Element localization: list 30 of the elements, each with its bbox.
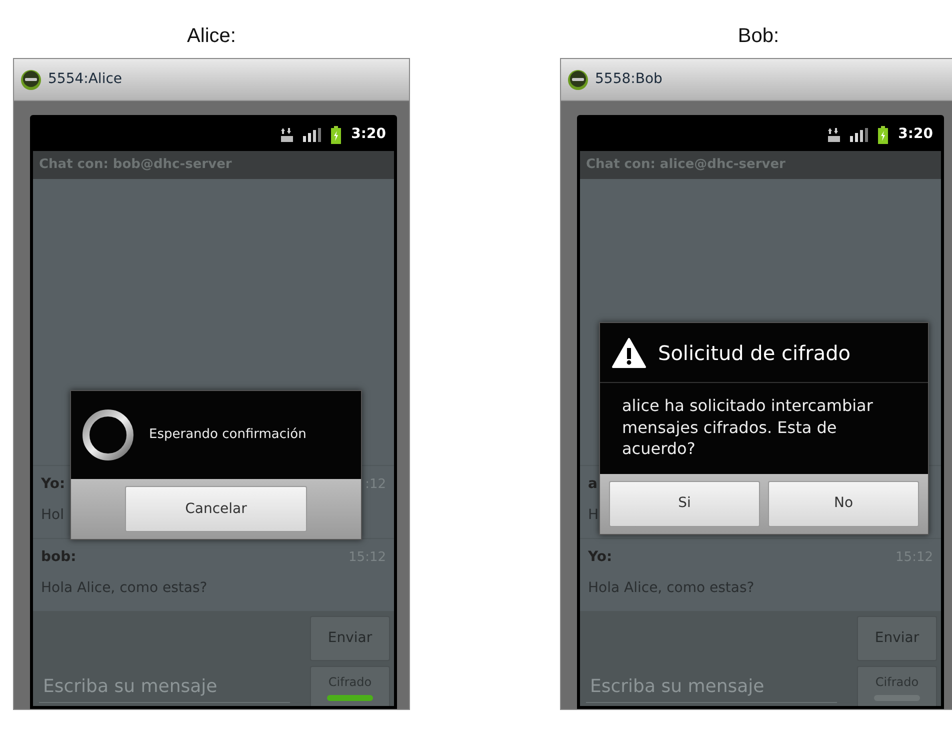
status-time: 3:20 <box>351 125 386 144</box>
emulator-icon <box>567 68 589 90</box>
network-3g-icon <box>828 128 840 142</box>
dialog-message: Esperando confirmación <box>149 426 306 444</box>
message-sender: Yo: <box>588 548 612 567</box>
warning-icon <box>612 338 646 368</box>
caption-label: Bob: <box>736 24 780 49</box>
message-sender: a <box>588 475 598 494</box>
dialog-button[interactable]: Si <box>609 480 760 527</box>
message-sender: bob: <box>41 548 76 567</box>
message-input[interactable]: Escriba su mensaje <box>586 671 837 703</box>
spinner-icon <box>81 408 135 462</box>
emulator-icon <box>20 68 42 90</box>
caption-label: Alice: <box>186 24 237 49</box>
dialog-button[interactable]: Cancelar <box>125 486 307 532</box>
battery-icon <box>331 126 342 144</box>
network-3g-icon <box>281 128 294 142</box>
signal-icon <box>850 128 868 142</box>
message-input[interactable]: Escriba su mensaje <box>39 671 290 703</box>
message-sender: Yo: <box>41 475 66 494</box>
send-button[interactable]: Enviar <box>310 616 390 661</box>
battery-icon <box>878 126 888 144</box>
dialog-message: alice ha solicitado intercambiar mensajes cifrados. Esta de acuerdo? <box>621 395 874 460</box>
send-button[interactable]: Enviar <box>857 616 937 661</box>
window-title: 5558:Bob <box>595 70 662 89</box>
dialog-button[interactable]: No <box>768 480 919 527</box>
signal-icon <box>303 128 322 142</box>
window-title: 5554:Alice <box>48 70 122 89</box>
status-time: 3:20 <box>898 125 933 144</box>
dialog-title: Solicitud de cifrado <box>658 340 851 366</box>
